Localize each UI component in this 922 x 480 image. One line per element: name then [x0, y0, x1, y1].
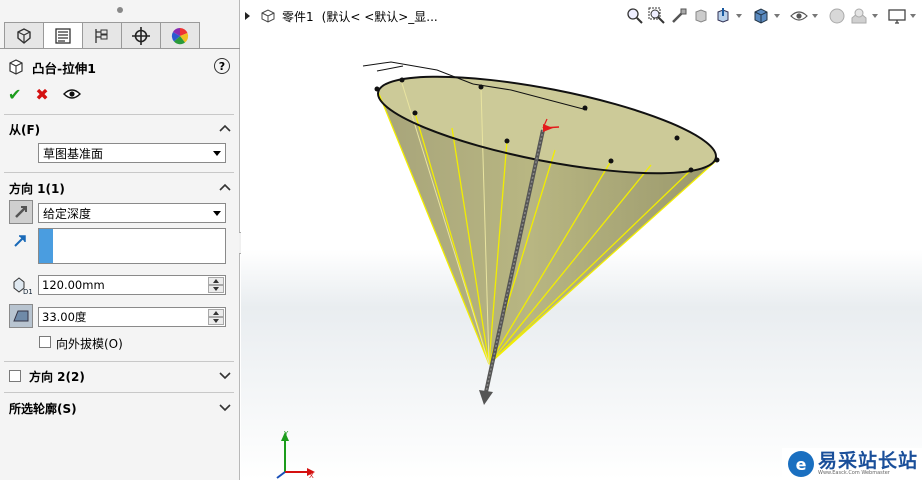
draft-icon	[13, 310, 29, 322]
watermark-text: 易采站长站	[818, 450, 919, 472]
draft-outward-checkbox[interactable]	[39, 336, 51, 348]
tab-configuration-manager[interactable]	[82, 22, 122, 48]
tab-property-manager[interactable]	[43, 22, 83, 48]
direction2-checkbox[interactable]	[9, 370, 21, 382]
start-condition-value: 草图基准面	[43, 146, 104, 161]
svg-text:X: X	[309, 472, 314, 480]
coordinate-triad: Y X	[276, 430, 315, 480]
reverse-direction-button[interactable]	[9, 200, 33, 224]
panel-grip[interactable]	[0, 0, 239, 20]
tab-display-manager[interactable]	[160, 22, 200, 48]
depth-increment[interactable]	[208, 277, 224, 285]
depth-input[interactable]: 120.00mm	[38, 275, 226, 295]
end-condition-value: 给定深度	[43, 206, 92, 221]
tab-dimxpert-manager[interactable]	[121, 22, 161, 48]
feature-manager-icon	[17, 27, 31, 44]
draft-angle-decrement[interactable]	[208, 317, 224, 325]
help-icon[interactable]: ?	[214, 58, 230, 74]
draft-angle-input[interactable]: 33.00度	[38, 307, 226, 327]
graphics-viewport[interactable]: 零件1 (默认< <默认>_显... Y X e 易采站长站 Www.Easck…	[241, 0, 922, 480]
draft-angle-increment[interactable]	[208, 309, 224, 317]
cone-preview-model[interactable]	[241, 0, 922, 480]
depth-value: 120.00mm	[42, 278, 105, 292]
color-wheel-icon	[171, 27, 189, 44]
draft-angle-value: 33.00度	[42, 310, 87, 324]
boss-extrude-icon	[9, 59, 23, 75]
draft-toggle-button[interactable]	[9, 304, 33, 328]
chevron-up-icon[interactable]	[218, 121, 232, 135]
end-condition-select[interactable]: 给定深度	[38, 203, 226, 223]
feature-title: 凸台-拉伸1	[32, 60, 96, 76]
action-row: ✔ ✖	[8, 84, 81, 104]
section-from[interactable]: 从(F)	[0, 118, 240, 140]
section-selected-contours[interactable]: 所选轮廓(S)	[0, 397, 240, 419]
tab-feature-manager[interactable]	[4, 22, 44, 48]
direction-vector-icon	[14, 235, 26, 247]
crosshair-icon	[132, 26, 150, 45]
section-selected-contours-label: 所选轮廓(S)	[9, 401, 77, 416]
arrow-head	[479, 390, 493, 405]
depth-decrement[interactable]	[208, 285, 224, 293]
ok-check-icon[interactable]: ✔	[8, 85, 21, 104]
direction-reference-field[interactable]	[38, 228, 226, 264]
chevron-down-icon[interactable]	[218, 400, 232, 414]
start-condition-select[interactable]: 草图基准面	[38, 143, 226, 163]
depth-dimension-icon: D1	[13, 277, 32, 296]
section-direction1[interactable]: 方向 1(1)	[0, 177, 240, 199]
configuration-manager-icon	[95, 28, 108, 43]
svg-text:D1: D1	[23, 288, 32, 296]
cancel-x-icon[interactable]: ✖	[35, 85, 48, 104]
section-direction2-label: 方向 2(2)	[29, 369, 85, 384]
property-manager-icon	[55, 27, 71, 44]
reverse-arrow-icon	[15, 206, 27, 218]
chevron-up-icon[interactable]	[218, 180, 232, 194]
section-direction2[interactable]: 方向 2(2)	[0, 365, 240, 387]
site-watermark: e 易采站长站 Www.Easck.Com Webmaster	[782, 448, 922, 480]
svg-text:Y: Y	[283, 430, 289, 438]
watermark-logo: e	[788, 451, 814, 477]
section-from-label: 从(F)	[9, 122, 41, 137]
chevron-down-icon[interactable]	[218, 368, 232, 382]
section-direction1-label: 方向 1(1)	[9, 181, 65, 196]
watermark-subtext: Www.Easck.Com Webmaster	[818, 470, 890, 476]
manager-tabs	[4, 22, 200, 48]
draft-outward-label: 向外拔模(O)	[56, 337, 123, 351]
property-manager-panel: 凸台-拉伸1 ? ✔ ✖ 从(F) 草图基准面 方向 1(1) 给定深度 D1 …	[0, 0, 240, 480]
preview-eye-icon[interactable]	[62, 88, 81, 100]
feature-header: 凸台-拉伸1 ?	[8, 56, 232, 78]
